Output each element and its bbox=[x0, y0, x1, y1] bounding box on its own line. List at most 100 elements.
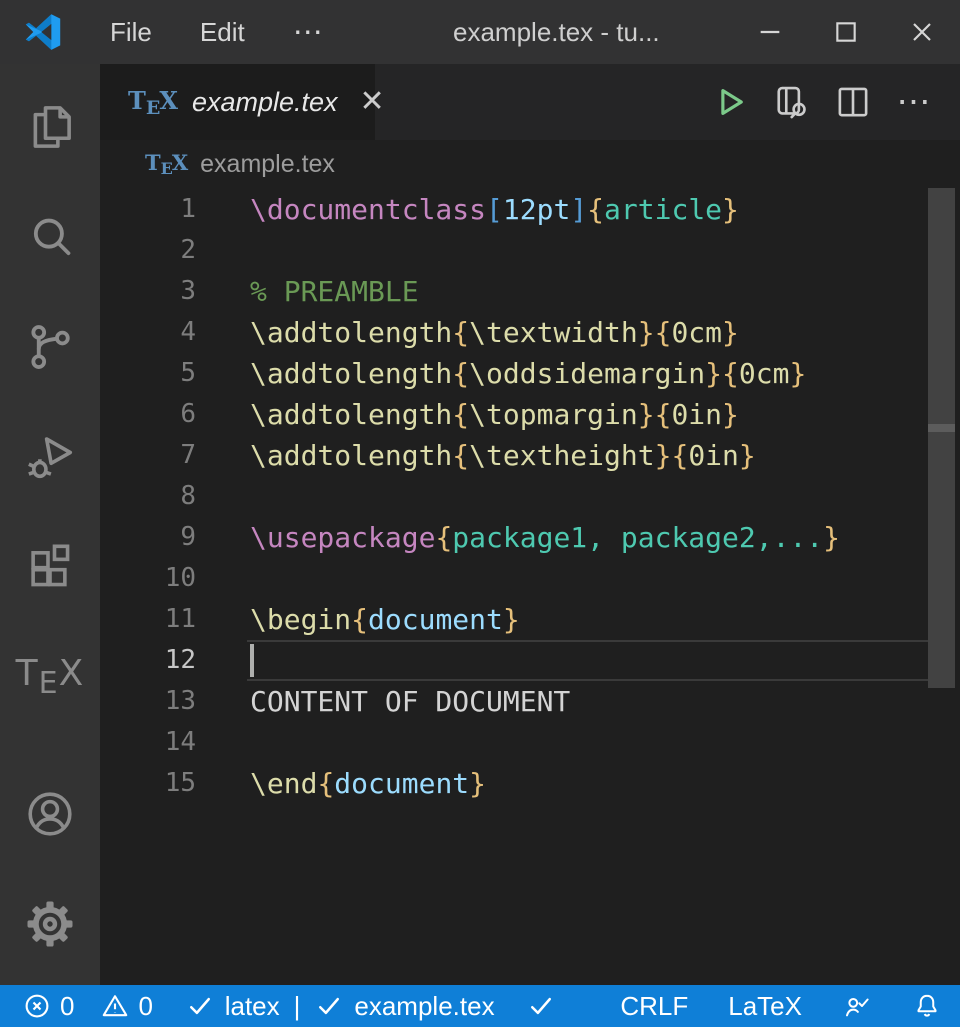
code-token: article bbox=[604, 193, 722, 226]
tab-close-button[interactable]: ✕ bbox=[360, 87, 385, 117]
code-token: [ bbox=[486, 193, 503, 226]
code-line[interactable]: 9\usepackage{package1, package2,...} bbox=[100, 517, 960, 558]
code-line[interactable]: 12 bbox=[100, 640, 960, 681]
code-token: { bbox=[452, 316, 469, 349]
eol-indicator[interactable]: CRLF bbox=[620, 991, 688, 1022]
menu-overflow[interactable]: ⋯ bbox=[269, 0, 349, 64]
tab-label: example.tex bbox=[192, 87, 338, 118]
status-bar: 0 0 latex | example.tex bbox=[0, 985, 960, 1027]
code-line[interactable]: 15\end{document} bbox=[100, 763, 960, 804]
code-token: } bbox=[638, 398, 655, 431]
sidebar-item-extensions[interactable] bbox=[0, 512, 100, 622]
sidebar-item-run-debug[interactable] bbox=[0, 402, 100, 512]
code-line[interactable]: 10 bbox=[100, 558, 960, 599]
line-number[interactable]: 8 bbox=[100, 476, 250, 517]
line-number[interactable]: 10 bbox=[100, 558, 250, 599]
line-text: CONTENT OF DOCUMENT bbox=[250, 681, 960, 722]
code-token: } bbox=[469, 767, 486, 800]
code-token: { bbox=[452, 357, 469, 390]
code-line[interactable]: 6\addtolength{\topmargin}{0in} bbox=[100, 394, 960, 435]
notifications-button[interactable] bbox=[912, 991, 942, 1021]
line-text: \documentclass[12pt]{article} bbox=[250, 189, 960, 230]
code-line[interactable]: 5\addtolength{\oddsidemargin}{0cm} bbox=[100, 353, 960, 394]
code-line[interactable]: 1\documentclass[12pt]{article} bbox=[100, 189, 960, 230]
menu-file[interactable]: File bbox=[86, 0, 176, 64]
code-token: { bbox=[587, 193, 604, 226]
line-number[interactable]: 5 bbox=[100, 353, 250, 394]
sidebar-item-explorer[interactable] bbox=[0, 72, 100, 182]
line-number[interactable]: 13 bbox=[100, 681, 250, 722]
breadcrumb[interactable]: TEX example.tex bbox=[100, 140, 960, 188]
feedback-button[interactable] bbox=[842, 991, 872, 1021]
sidebar-item-search[interactable] bbox=[0, 182, 100, 292]
maximize-button[interactable] bbox=[808, 0, 884, 64]
code-line[interactable]: 13CONTENT OF DOCUMENT bbox=[100, 681, 960, 722]
editor-group: TEX example.tex ✕ bbox=[100, 64, 960, 985]
more-actions-button[interactable]: ⋯ bbox=[884, 71, 946, 133]
minimize-button[interactable] bbox=[732, 0, 808, 64]
activity-bar: TEX bbox=[0, 64, 100, 985]
check-icon bbox=[526, 991, 556, 1021]
line-number[interactable]: 12 bbox=[100, 640, 250, 681]
code-token: \addtolength bbox=[250, 357, 452, 390]
breadcrumb-file[interactable]: example.tex bbox=[200, 150, 335, 179]
build-target: latex bbox=[225, 991, 280, 1022]
menu-edit[interactable]: Edit bbox=[176, 0, 269, 64]
line-text: \addtolength{\textwidth}{0cm} bbox=[250, 312, 960, 353]
tab-example-tex[interactable]: TEX example.tex ✕ bbox=[100, 64, 375, 140]
sidebar-item-latex-workshop[interactable]: TEX bbox=[0, 622, 100, 732]
code-token: 0in bbox=[671, 398, 722, 431]
code-token: \end bbox=[250, 767, 317, 800]
error-count: 0 bbox=[60, 991, 74, 1022]
line-number[interactable]: 3 bbox=[100, 271, 250, 312]
code-line[interactable]: 2 bbox=[100, 230, 960, 271]
code-token: document bbox=[368, 603, 503, 636]
split-editor-icon bbox=[832, 81, 874, 123]
problems-status[interactable]: 0 0 bbox=[22, 991, 153, 1022]
code-line[interactable]: 11\begin{document} bbox=[100, 599, 960, 640]
code-line[interactable]: 8 bbox=[100, 476, 960, 517]
line-number[interactable]: 2 bbox=[100, 230, 250, 271]
line-text: \addtolength{\topmargin}{0in} bbox=[250, 394, 960, 435]
line-number[interactable]: 4 bbox=[100, 312, 250, 353]
scrollbar-track[interactable] bbox=[928, 188, 955, 985]
sidebar-item-source-control[interactable] bbox=[0, 292, 100, 402]
line-text bbox=[250, 722, 960, 763]
split-editor-button[interactable] bbox=[822, 71, 884, 133]
line-number[interactable]: 9 bbox=[100, 517, 250, 558]
build-latex-button[interactable] bbox=[698, 71, 760, 133]
close-window-button[interactable] bbox=[884, 0, 960, 64]
scrollbar-slider[interactable] bbox=[928, 188, 955, 688]
language-mode[interactable]: LaTeX bbox=[728, 991, 802, 1022]
code-line[interactable]: 4\addtolength{\textwidth}{0cm} bbox=[100, 312, 960, 353]
code-token: { bbox=[351, 603, 368, 636]
latex-file-status[interactable]: example.tex bbox=[314, 991, 494, 1022]
code-token: { bbox=[452, 439, 469, 472]
code-token: package1, package2,... bbox=[452, 521, 823, 554]
line-number[interactable]: 6 bbox=[100, 394, 250, 435]
line-number[interactable]: 7 bbox=[100, 435, 250, 476]
code-token: \textwidth bbox=[469, 316, 638, 349]
sidebar-item-account[interactable] bbox=[0, 759, 100, 869]
code-editor[interactable]: 1\documentclass[12pt]{article}23% PREAMB… bbox=[100, 188, 960, 985]
latex-build-status[interactable]: latex bbox=[185, 991, 280, 1022]
view-pdf-button[interactable] bbox=[760, 71, 822, 133]
code-line[interactable]: 14 bbox=[100, 722, 960, 763]
code-line[interactable]: 3% PREAMBLE bbox=[100, 271, 960, 312]
line-number[interactable]: 15 bbox=[100, 763, 250, 804]
sidebar-item-settings[interactable] bbox=[0, 869, 100, 979]
check-icon bbox=[314, 991, 344, 1021]
code-token: \topmargin bbox=[469, 398, 638, 431]
line-text: \begin{document} bbox=[250, 599, 960, 640]
lint-status[interactable] bbox=[526, 991, 566, 1021]
code-line[interactable]: 7\addtolength{\textheight}{0in} bbox=[100, 435, 960, 476]
line-number[interactable]: 14 bbox=[100, 722, 250, 763]
files-icon bbox=[23, 100, 77, 154]
line-text bbox=[250, 476, 960, 517]
tex-file-icon: TEX bbox=[128, 86, 178, 119]
line-text: \addtolength{\oddsidemargin}{0cm} bbox=[250, 353, 960, 394]
line-number[interactable]: 1 bbox=[100, 189, 250, 230]
code-token: 0cm bbox=[671, 316, 722, 349]
line-number[interactable]: 11 bbox=[100, 599, 250, 640]
code-token: { bbox=[655, 398, 672, 431]
